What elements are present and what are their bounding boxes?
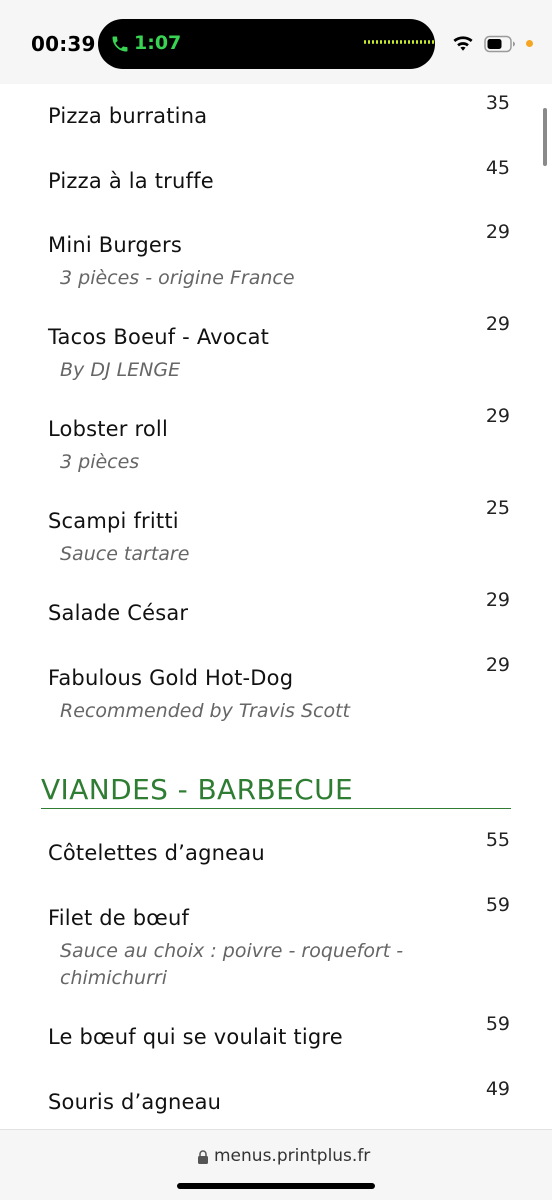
menu-item: Fabulous Gold Hot-Dog 29 Recommended by …: [48, 654, 518, 725]
menu-item: Salade César 29: [48, 589, 518, 625]
status-bar: 00:39 1:07: [0, 0, 552, 84]
privacy-indicator: [526, 40, 533, 47]
menu-item: Lobster roll 29 3 pièces: [48, 405, 518, 476]
item-price: 55: [485, 829, 510, 851]
item-description: By DJ LENGE: [60, 359, 181, 381]
item-name: Salade César: [48, 601, 189, 625]
menu-item: Pizza burratina 35: [48, 92, 518, 128]
item-price: 29: [485, 405, 510, 427]
item-name: Pizza burratina: [48, 104, 208, 128]
item-price: 59: [485, 894, 510, 916]
menu-item: Mini Burgers 29 3 pièces - origine Franc…: [48, 221, 518, 292]
menu-item: Le bœuf qui se voulait tigre 59: [48, 1013, 518, 1049]
audio-waveform-icon: [364, 40, 434, 44]
item-price: 29: [485, 221, 510, 243]
menu-item: Filet de bœuf 59 Sauce au choix : poivre…: [48, 894, 518, 992]
lock-icon: [198, 1150, 208, 1164]
menu-item: Scampi fritti 25 Sauce tartare: [48, 497, 518, 568]
item-description: 3 pièces: [60, 451, 140, 473]
item-name: Pizza à la truffe: [48, 169, 214, 193]
battery-icon: [484, 35, 515, 53]
browser-address-bar[interactable]: menus.printplus.fr: [0, 1129, 552, 1200]
wifi-icon: [453, 36, 473, 51]
phone-icon: [112, 36, 128, 52]
menu-content[interactable]: Pizza burratina 35 Pizza à la truffe 45 …: [0, 84, 552, 1129]
item-price: 45: [485, 157, 510, 179]
menu-item: Tacos Boeuf - Avocat 29 By DJ LENGE: [48, 313, 518, 384]
call-duration: 1:07: [134, 32, 182, 54]
item-description: Sauce tartare: [60, 543, 190, 565]
item-name: Le bœuf qui se voulait tigre: [48, 1025, 343, 1049]
item-price: 35: [485, 92, 510, 114]
item-price: 29: [485, 313, 510, 335]
item-name: Scampi fritti: [48, 509, 179, 533]
menu-item: Côtelettes d’agneau 55: [48, 829, 518, 865]
item-name: Tacos Boeuf - Avocat: [48, 325, 270, 349]
item-price: 25: [485, 497, 510, 519]
status-time: 00:39: [31, 32, 96, 56]
dynamic-island-call[interactable]: 1:07: [98, 19, 435, 69]
item-description: Sauce au choix : poivre - roquefort - ch…: [60, 940, 404, 989]
item-price: 59: [485, 1013, 510, 1035]
item-name: Mini Burgers: [48, 233, 182, 257]
section-title: VIANDES - BARBECUE: [41, 772, 511, 809]
home-indicator[interactable]: [177, 1183, 375, 1189]
item-name: Filet de bœuf: [48, 906, 190, 930]
item-description: Recommended by Travis Scott: [60, 700, 350, 722]
menu-item: Pizza à la truffe 45: [48, 157, 518, 193]
item-name: Lobster roll: [48, 417, 169, 441]
item-description: 3 pièces - origine France: [60, 267, 295, 289]
item-name: Fabulous Gold Hot-Dog: [48, 666, 294, 690]
item-name: Souris d’agneau: [48, 1090, 222, 1114]
url-text[interactable]: menus.printplus.fr: [214, 1146, 370, 1166]
item-price: 49: [485, 1078, 510, 1100]
item-price: 29: [485, 589, 510, 611]
item-name: Côtelettes d’agneau: [48, 841, 265, 865]
scrollbar-thumb[interactable]: [543, 108, 547, 166]
item-price: 29: [485, 654, 510, 676]
menu-item: Souris d’agneau 49: [48, 1078, 518, 1114]
